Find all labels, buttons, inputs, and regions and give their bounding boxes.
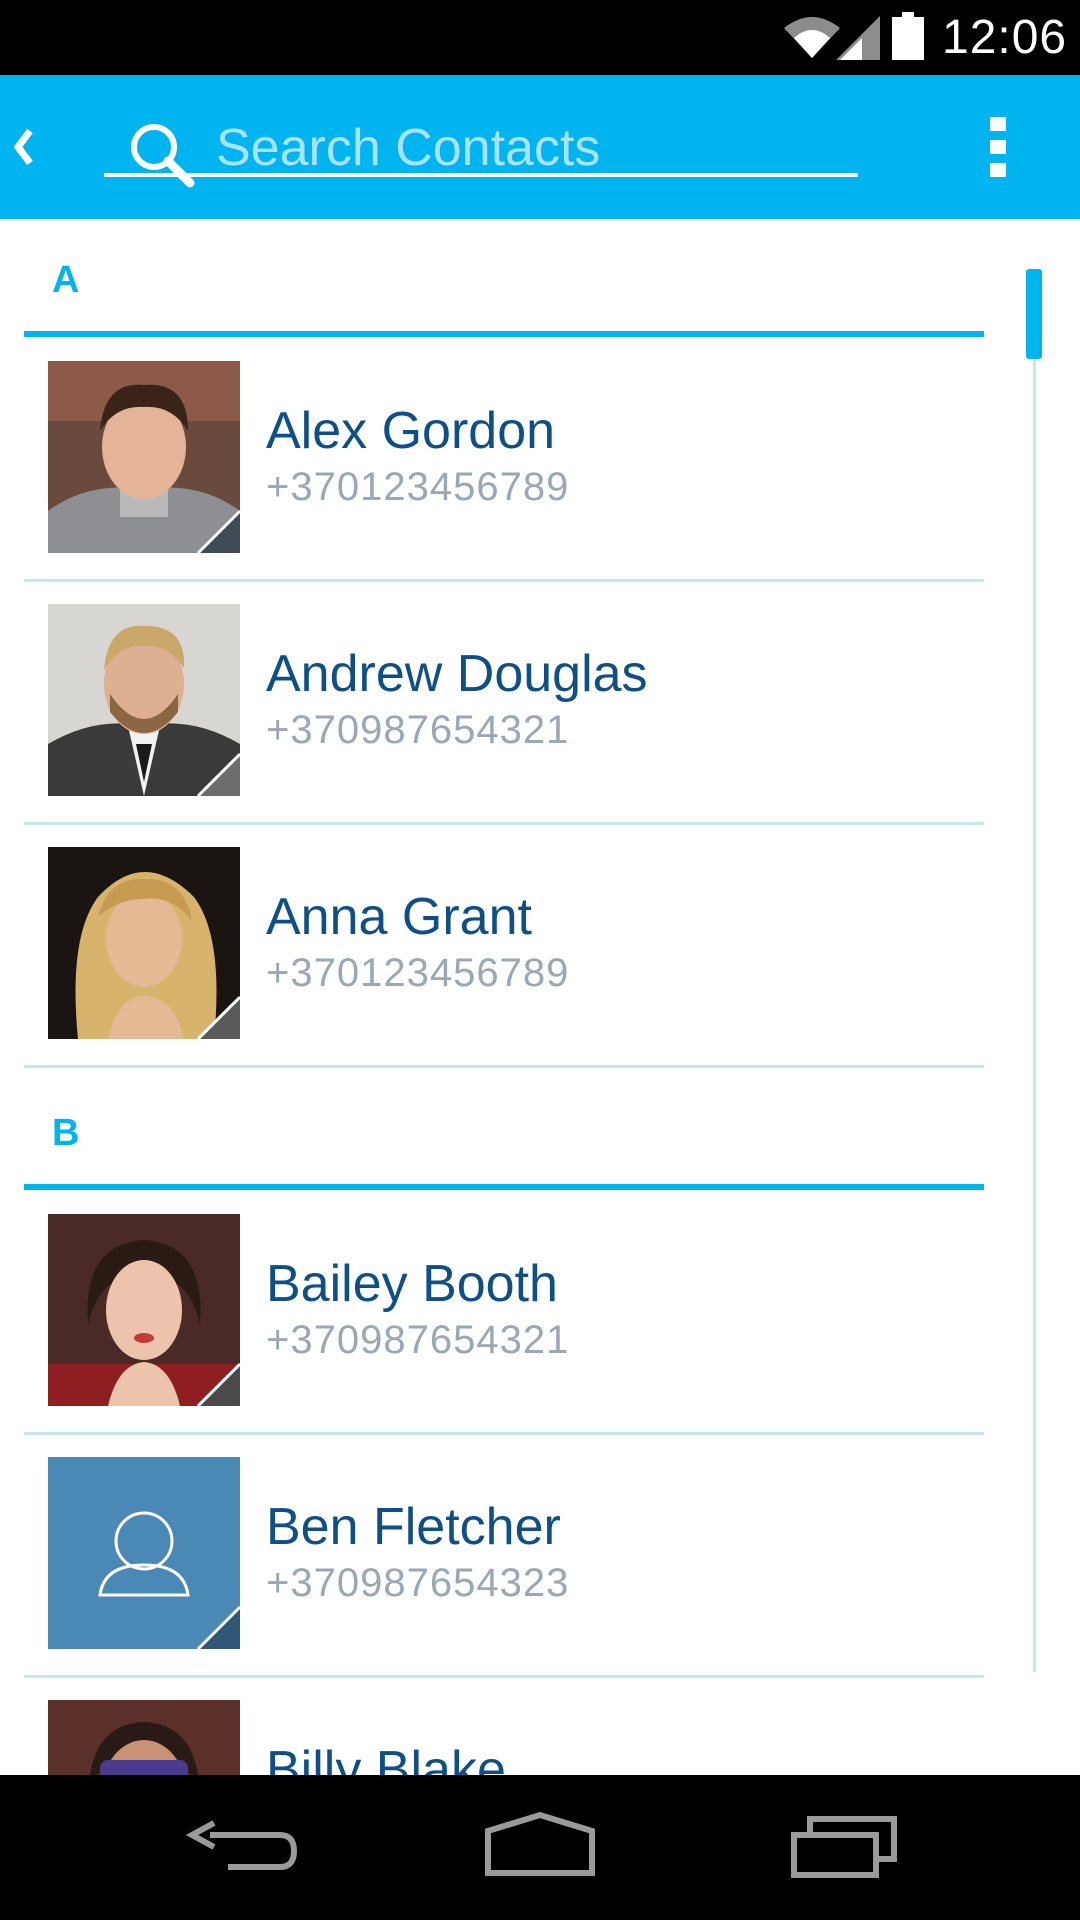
nav-home-button[interactable] <box>470 1805 610 1895</box>
status-bar: 12:06 <box>0 0 1080 75</box>
overflow-menu-icon <box>990 117 1006 131</box>
contact-phone: +370987654323 <box>266 1561 570 1605</box>
contact-phone: +370987654321 <box>266 1318 570 1362</box>
avatar <box>48 847 240 1039</box>
section-letter: A <box>52 259 80 301</box>
back-icon <box>185 1820 298 1870</box>
avatar <box>48 1457 240 1649</box>
contact-name: Ben Fletcher <box>266 1498 561 1556</box>
contact-name: Andrew Douglas <box>266 645 648 703</box>
contact-list[interactable]: A Alex Gordon +370123456789 Andrew Dougl… <box>0 219 1080 1775</box>
overflow-menu-button[interactable] <box>980 115 1016 179</box>
contact-phone: +370987654321 <box>266 708 570 752</box>
contact-row[interactable]: Billy Blake <box>24 1676 984 1775</box>
wifi-icon <box>784 17 840 58</box>
navigation-bar <box>0 1775 1080 1920</box>
search-icon <box>131 124 195 188</box>
contact-row[interactable]: Alex Gordon +370123456789 <box>24 337 984 582</box>
home-icon <box>485 1811 595 1876</box>
back-chevron-icon <box>13 128 33 166</box>
contact-phone: +370123456789 <box>266 465 570 509</box>
avatar <box>48 1214 240 1406</box>
section-header-b: B <box>24 1072 984 1190</box>
search-box[interactable] <box>104 109 858 188</box>
section-header-a: A <box>24 219 984 337</box>
signal-icon <box>836 16 880 60</box>
search-input[interactable] <box>214 115 838 181</box>
nav-recents-button[interactable] <box>776 1805 916 1895</box>
nav-back-button[interactable] <box>170 1805 310 1895</box>
contact-row[interactable]: Andrew Douglas +370987654321 <box>24 580 984 825</box>
contact-name: Billy Blake <box>266 1741 506 1775</box>
avatar <box>48 1700 240 1775</box>
section-letter: B <box>52 1112 80 1154</box>
scrollbar-track[interactable] <box>1033 286 1036 1672</box>
contact-row[interactable]: Bailey Booth +370987654321 <box>24 1190 984 1435</box>
contact-row[interactable]: Anna Grant +370123456789 <box>24 823 984 1068</box>
contact-row[interactable]: Ben Fletcher +370987654323 <box>24 1433 984 1678</box>
placeholder-person-icon <box>48 1457 240 1649</box>
scrollbar-thumb[interactable] <box>1026 269 1042 359</box>
contact-name: Anna Grant <box>266 888 532 946</box>
back-button[interactable] <box>0 75 60 219</box>
contact-name: Alex Gordon <box>266 402 556 460</box>
status-time: 12:06 <box>942 11 1068 64</box>
recents-icon <box>791 1816 897 1878</box>
contact-name: Bailey Booth <box>266 1255 558 1313</box>
avatar <box>48 604 240 796</box>
avatar <box>48 361 240 553</box>
contact-phone: +370123456789 <box>266 951 570 995</box>
battery-icon <box>892 12 924 60</box>
action-bar <box>0 75 1080 219</box>
